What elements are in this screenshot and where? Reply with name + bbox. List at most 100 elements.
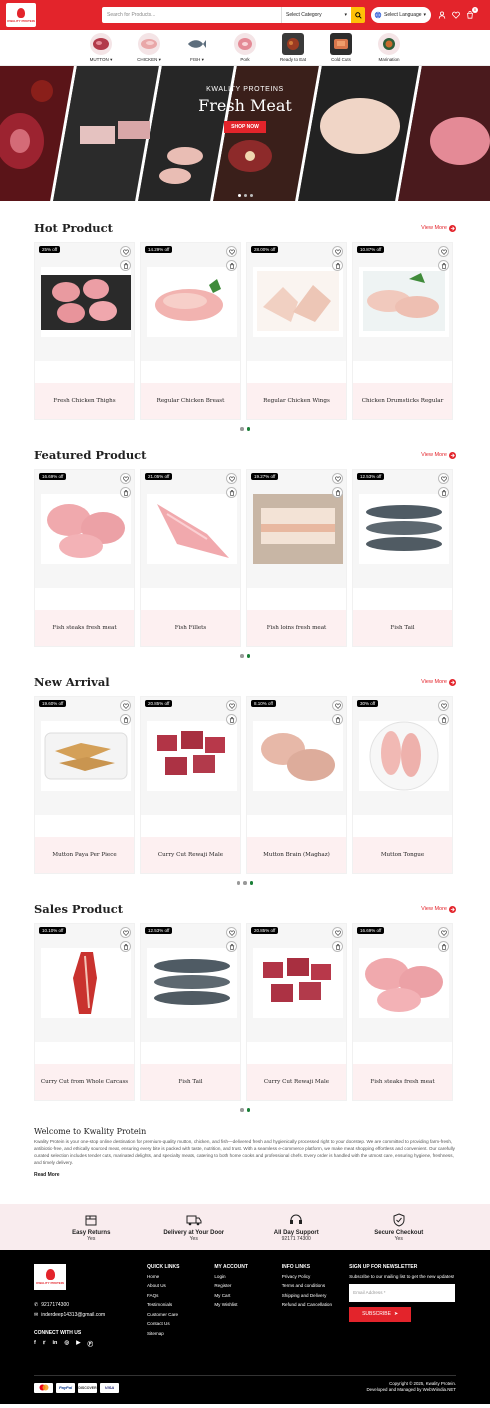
carousel-dot[interactable]	[236, 881, 241, 885]
carousel-dot[interactable]	[243, 881, 247, 885]
footer-link-testimonials[interactable]: Testimonials	[147, 1302, 204, 1307]
footer-link-login[interactable]: Login	[214, 1274, 271, 1279]
category-mutton[interactable]: MUTTON ▾	[88, 33, 114, 63]
product-name[interactable]: Fresh Chicken Thighs	[35, 383, 134, 419]
product-card[interactable]: 10.10% off Curry Cut from Whole Carcass	[34, 923, 135, 1101]
add-to-cart-bag-icon[interactable]	[120, 260, 131, 271]
product-name[interactable]: Regular Chicken Breast	[141, 383, 240, 419]
carousel-dot[interactable]	[240, 654, 244, 658]
product-card[interactable]: 25% off Fresh Chicken Thighs	[34, 242, 135, 420]
developer-credit[interactable]: Developed and Managed by WebWiindia.NET	[367, 1387, 457, 1393]
carousel-dot[interactable]	[246, 1108, 250, 1112]
wishlist-heart-icon[interactable]	[438, 473, 449, 484]
add-to-cart-bag-icon[interactable]	[332, 487, 343, 498]
category-pork[interactable]: Pork	[232, 33, 258, 62]
footer-link-cart[interactable]: My Cart	[214, 1293, 271, 1298]
product-card[interactable]: 12.53% off Fish Tail	[352, 469, 453, 647]
footer-link-register[interactable]: Register	[214, 1283, 271, 1288]
product-card[interactable]: 21.05% off Fish Fillets	[140, 469, 241, 647]
search-input[interactable]: Search for Products...	[102, 7, 281, 23]
footer-link-about[interactable]: About Us	[147, 1283, 204, 1288]
product-name[interactable]: Fish Tail	[141, 1064, 240, 1100]
product-card[interactable]: 10.87% off Chicken Drumsticks Regular	[352, 242, 453, 420]
add-to-cart-bag-icon[interactable]	[438, 941, 449, 952]
newsletter-email-input[interactable]: Email Address *	[349, 1283, 456, 1302]
product-card[interactable]: 28.00% off Regular Chicken Wings	[246, 242, 347, 420]
product-name[interactable]: Curry Cut Rewaji Male	[247, 1064, 346, 1100]
product-name[interactable]: Chicken Drumsticks Regular	[353, 383, 452, 419]
product-card[interactable]: 19.60% off Mutton Paya Per Piece	[34, 696, 135, 874]
add-to-cart-bag-icon[interactable]	[226, 714, 237, 725]
add-to-cart-bag-icon[interactable]	[438, 714, 449, 725]
footer-link-home[interactable]: Home	[147, 1274, 204, 1279]
add-to-cart-bag-icon[interactable]	[120, 714, 131, 725]
category-cold-cuts[interactable]: Cold Cuts	[328, 33, 354, 62]
product-card[interactable]: 20.85% off Curry Cut Rewaji Male	[140, 696, 241, 874]
add-to-cart-bag-icon[interactable]	[438, 487, 449, 498]
carousel-dot[interactable]	[246, 654, 250, 658]
product-card[interactable]: 8.10% off Mutton Brain (Maghaz)	[246, 696, 347, 874]
view-more-link[interactable]: View More	[421, 451, 456, 459]
footer-email[interactable]: inderdeep14313@gmail.com	[41, 1312, 105, 1318]
product-card[interactable]: 20.85% off Curry Cut Rewaji Male	[246, 923, 347, 1101]
wishlist-heart-icon[interactable]	[332, 246, 343, 257]
add-to-cart-bag-icon[interactable]	[120, 941, 131, 952]
carousel-dot[interactable]	[249, 194, 253, 197]
wishlist-heart-icon[interactable]	[438, 927, 449, 938]
view-more-link[interactable]: View More	[421, 678, 456, 686]
footer-link-shipping[interactable]: Shipping and Delivery	[282, 1293, 339, 1298]
cart-icon[interactable]: 0	[465, 6, 478, 20]
category-ready-to-eat[interactable]: Ready to Eat	[280, 33, 306, 62]
product-name[interactable]: Curry Cut from Whole Carcass	[35, 1064, 134, 1100]
view-more-link[interactable]: View More	[421, 224, 456, 232]
product-name[interactable]: Mutton Tongue	[353, 837, 452, 873]
language-select[interactable]: Select Language ▾	[371, 7, 431, 23]
product-card[interactable]: 12.53% off Fish Tail	[140, 923, 241, 1101]
product-name[interactable]: Mutton Brain (Maghaz)	[247, 837, 346, 873]
product-name[interactable]: Fish steaks fresh meat	[353, 1064, 452, 1100]
add-to-cart-bag-icon[interactable]	[438, 260, 449, 271]
category-select[interactable]: Select Category ▾	[281, 7, 351, 23]
wishlist-heart-icon[interactable]	[120, 473, 131, 484]
read-more-link[interactable]: Read More	[34, 1172, 456, 1178]
linkedin-icon[interactable]: in	[53, 1340, 58, 1348]
product-name[interactable]: Curry Cut Rewaji Male	[141, 837, 240, 873]
footer-link-refund[interactable]: Refund and Cancellation	[282, 1302, 339, 1307]
wishlist-heart-icon[interactable]	[226, 246, 237, 257]
product-name[interactable]: Fish steaks fresh meat	[35, 610, 134, 646]
category-chicken[interactable]: CHICKEN ▾	[136, 33, 162, 63]
product-card[interactable]: 14.29% off Regular Chicken Breast	[140, 242, 241, 420]
footer-logo[interactable]: KWALITY PROTEIN	[34, 1263, 66, 1290]
add-to-cart-bag-icon[interactable]	[226, 260, 237, 271]
category-fish[interactable]: FISH ▾	[184, 33, 210, 63]
wishlist-heart-icon[interactable]	[120, 927, 131, 938]
wishlist-heart-icon[interactable]	[332, 700, 343, 711]
product-card[interactable]: 16.69% off Fish steaks fresh meat	[352, 923, 453, 1101]
footer-link-faqs[interactable]: FAQs	[147, 1293, 204, 1298]
pinterest-icon[interactable]: Ⓟ	[87, 1340, 93, 1348]
wishlist-heart-icon[interactable]	[332, 473, 343, 484]
facebook-icon[interactable]: f	[34, 1340, 36, 1348]
add-to-cart-bag-icon[interactable]	[332, 941, 343, 952]
footer-link-customer-care[interactable]: Customer Care	[147, 1312, 204, 1317]
add-to-cart-bag-icon[interactable]	[332, 714, 343, 725]
user-icon[interactable]	[437, 11, 446, 20]
carousel-dot[interactable]	[246, 427, 250, 431]
wishlist-heart-icon[interactable]	[120, 246, 131, 257]
add-to-cart-bag-icon[interactable]	[332, 260, 343, 271]
shop-now-button[interactable]: SHOP NOW	[224, 121, 266, 133]
hero-banner[interactable]: KWALITY PROTEINS Fresh Meat SHOP NOW	[0, 66, 490, 201]
wishlist-heart-icon[interactable]	[332, 927, 343, 938]
instagram-icon[interactable]: ◎	[64, 1340, 69, 1348]
product-name[interactable]: Fish Fillets	[141, 610, 240, 646]
footer-link-privacy[interactable]: Privacy Policy	[282, 1274, 339, 1279]
carousel-dot[interactable]	[249, 881, 254, 885]
footer-link-terms[interactable]: Terms and conditions	[282, 1283, 339, 1288]
add-to-cart-bag-icon[interactable]	[120, 487, 131, 498]
view-more-link[interactable]: View More	[421, 905, 456, 913]
add-to-cart-bag-icon[interactable]	[226, 941, 237, 952]
wishlist-heart-icon[interactable]	[226, 700, 237, 711]
footer-phone[interactable]: 9217174300	[41, 1302, 69, 1308]
carousel-dot[interactable]	[243, 194, 247, 197]
subscribe-button[interactable]: SUBSCRIBE ➤	[349, 1306, 412, 1322]
